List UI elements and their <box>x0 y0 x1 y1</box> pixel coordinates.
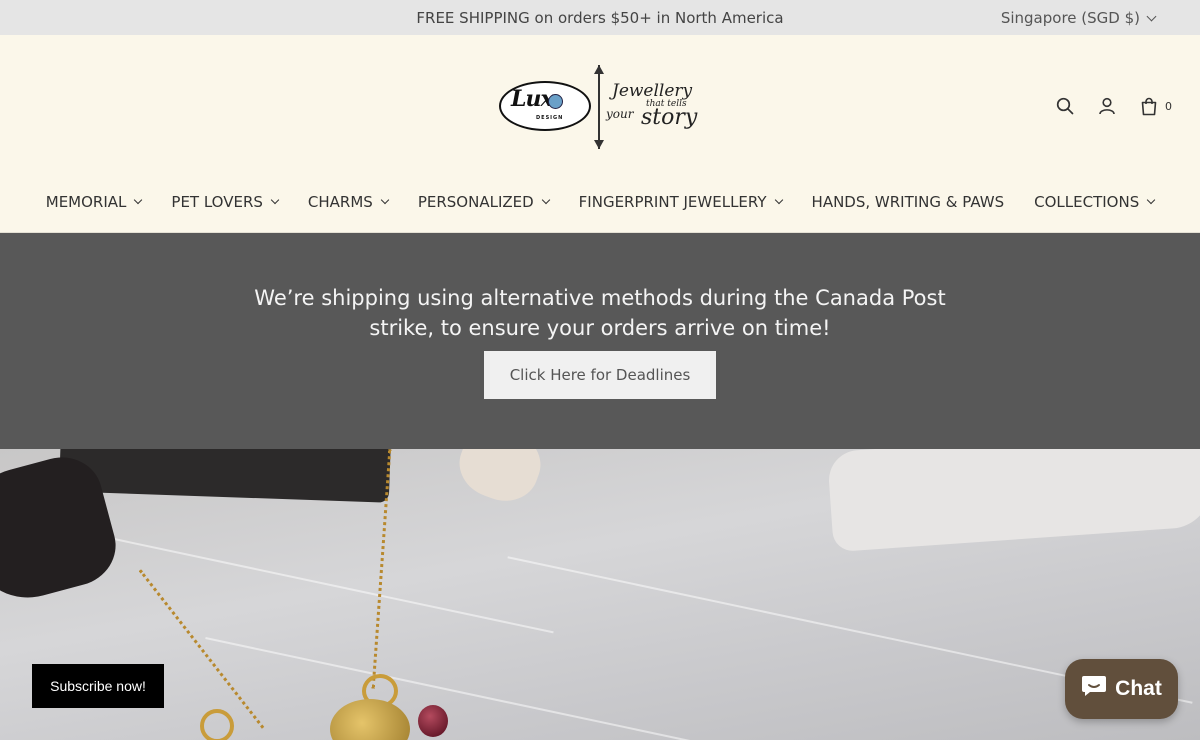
quartz-crystal <box>826 449 1200 553</box>
nav-item-label: COLLECTIONS <box>1034 193 1140 211</box>
logo-tagline-story: story <box>641 105 698 130</box>
cart-icon <box>1139 96 1159 116</box>
chevron-down-icon <box>1146 11 1157 21</box>
nav-item-label: CHARMS <box>307 193 373 211</box>
nav-item-hands-writing-paws[interactable]: HANDS, WRITING & PAWS <box>812 193 1005 211</box>
chevron-down-icon <box>1146 195 1156 205</box>
quartz-crystal <box>450 449 550 511</box>
nav-item-personalized[interactable]: PERSONALIZED <box>417 193 550 211</box>
nav-item-label: PERSONALIZED <box>417 193 534 211</box>
account-icon[interactable] <box>1097 96 1117 116</box>
logo-brand-text: Lux <box>511 86 554 112</box>
header-icons: 0 <box>1055 96 1172 116</box>
search-icon[interactable] <box>1055 96 1075 116</box>
nav-item-label: PET LOVERS <box>171 193 263 211</box>
chat-bubble-icon <box>1081 674 1107 704</box>
chevron-down-icon <box>380 195 390 205</box>
site-header: Lux DESIGN Jewellery that tells your sto… <box>0 35 1200 233</box>
site-logo[interactable]: Lux DESIGN Jewellery that tells your sto… <box>496 63 706 155</box>
logo-tagline-your: your <box>606 107 634 121</box>
jump-ring <box>200 709 234 740</box>
garnet-bead <box>418 705 448 737</box>
chevron-down-icon <box>134 195 143 205</box>
nav-item-label: FINGERPRINT JEWELLERY <box>578 193 767 211</box>
nav-item-collections[interactable]: COLLECTIONS <box>1034 193 1156 211</box>
chat-label: Chat <box>1115 677 1162 700</box>
logo-tagline-jewellery: Jewellery <box>612 81 693 101</box>
logo-arrow-icon <box>594 65 604 149</box>
shipping-announcement-banner: We’re shipping using alternative methods… <box>0 233 1200 449</box>
chevron-down-icon <box>541 195 550 205</box>
cart-button[interactable]: 0 <box>1139 96 1172 116</box>
nav-item-charms[interactable]: CHARMS <box>307 193 390 211</box>
nav-item-label: HANDS, WRITING & PAWS <box>811 193 1005 211</box>
chevron-down-icon <box>774 195 783 205</box>
nav-item-fingerprint-jewellery[interactable]: FINGERPRINT JEWELLERY <box>578 193 783 211</box>
chat-button[interactable]: Chat <box>1065 659 1178 719</box>
subscribe-button[interactable]: Subscribe now! <box>32 664 164 708</box>
marble-streak <box>205 637 695 740</box>
logo-button-icon <box>548 94 563 109</box>
main-navigation: MEMORIAL PET LOVERS CHARMS PERSONALIZED … <box>0 193 1200 211</box>
nav-item-memorial[interactable]: MEMORIAL <box>45 193 143 211</box>
announcement-top-bar: FREE SHIPPING on orders $50+ in North Am… <box>0 0 1200 35</box>
nav-item-pet-lovers[interactable]: PET LOVERS <box>171 193 280 211</box>
logo-design-text: DESIGN <box>536 115 564 121</box>
announcement-message: We’re shipping using alternative methods… <box>254 286 946 340</box>
deadlines-button[interactable]: Click Here for Deadlines <box>484 351 716 399</box>
currency-label: Singapore (SGD $) <box>1000 9 1140 27</box>
black-stone <box>58 449 392 503</box>
hero-image <box>0 449 1200 740</box>
nav-item-label: MEMORIAL <box>45 193 127 211</box>
cart-count: 0 <box>1165 99 1172 113</box>
chevron-down-icon <box>270 195 280 205</box>
currency-selector[interactable]: Singapore (SGD $) <box>1000 9 1157 27</box>
gold-pendant <box>330 699 410 740</box>
